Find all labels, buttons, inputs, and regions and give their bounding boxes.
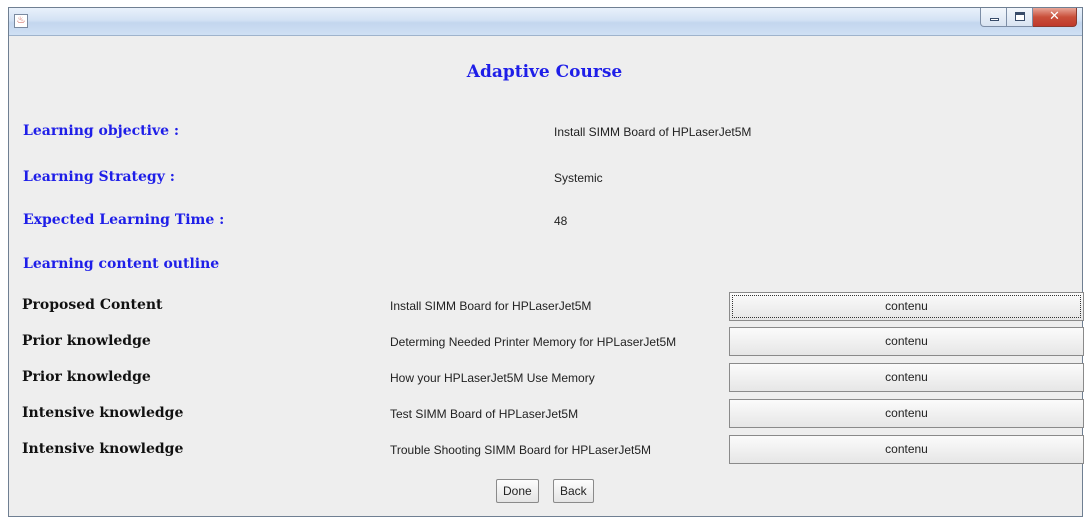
- row-content-title: Determing Needed Printer Memory for HPLa…: [390, 335, 677, 349]
- row-label-intensive-knowledge-1: Intensive knowledge: [22, 405, 184, 421]
- contenu-button-3[interactable]: contenu: [729, 363, 1084, 392]
- row-content-title: How your HPLaserJet5M Use Memory: [390, 371, 595, 385]
- contenu-button-1[interactable]: contenu: [729, 292, 1084, 321]
- row-label-prior-knowledge-1: Prior knowledge: [22, 333, 151, 349]
- learning-objective-label: Learning objective :: [23, 123, 180, 139]
- outline-heading: Learning content outline: [23, 256, 220, 272]
- expected-time-label: Expected Learning Time :: [23, 212, 225, 228]
- learning-strategy-value: Systemic: [554, 171, 603, 185]
- back-button[interactable]: Back: [553, 479, 594, 503]
- row-content-title: Trouble Shooting SIMM Board for HPLaserJ…: [390, 443, 652, 457]
- title-bar[interactable]: ♨ ✕: [9, 8, 1082, 36]
- maximize-button[interactable]: [1007, 8, 1033, 27]
- java-cup-icon[interactable]: ♨: [14, 14, 28, 28]
- page-title: Adaptive Course: [466, 62, 623, 82]
- close-icon: ✕: [1049, 9, 1060, 24]
- row-label-proposed-content: Proposed Content: [22, 297, 163, 313]
- minimize-button[interactable]: [980, 8, 1007, 27]
- minimize-icon: [990, 18, 999, 21]
- window-controls: ✕: [980, 8, 1077, 27]
- row-content-title: Install SIMM Board for HPLaserJet5M: [390, 299, 592, 313]
- contenu-button-2[interactable]: contenu: [729, 327, 1084, 356]
- learning-objective-value: Install SIMM Board of HPLaserJet5M: [554, 125, 752, 139]
- contenu-button-5[interactable]: contenu: [729, 435, 1084, 464]
- expected-time-value: 48: [554, 214, 568, 228]
- close-button[interactable]: ✕: [1033, 8, 1077, 27]
- done-button[interactable]: Done: [496, 479, 539, 503]
- row-label-prior-knowledge-2: Prior knowledge: [22, 369, 151, 385]
- row-label-intensive-knowledge-2: Intensive knowledge: [22, 441, 184, 457]
- maximize-icon: [1015, 12, 1025, 21]
- row-content-title: Test SIMM Board of HPLaserJet5M: [390, 407, 579, 421]
- contenu-button-4[interactable]: contenu: [729, 399, 1084, 428]
- learning-strategy-label: Learning Strategy :: [23, 169, 175, 185]
- content-panel: Adaptive Course Learning objective : Ins…: [14, 37, 1084, 511]
- app-window: ♨ ✕ Adaptive Course Learning objective :…: [8, 7, 1084, 517]
